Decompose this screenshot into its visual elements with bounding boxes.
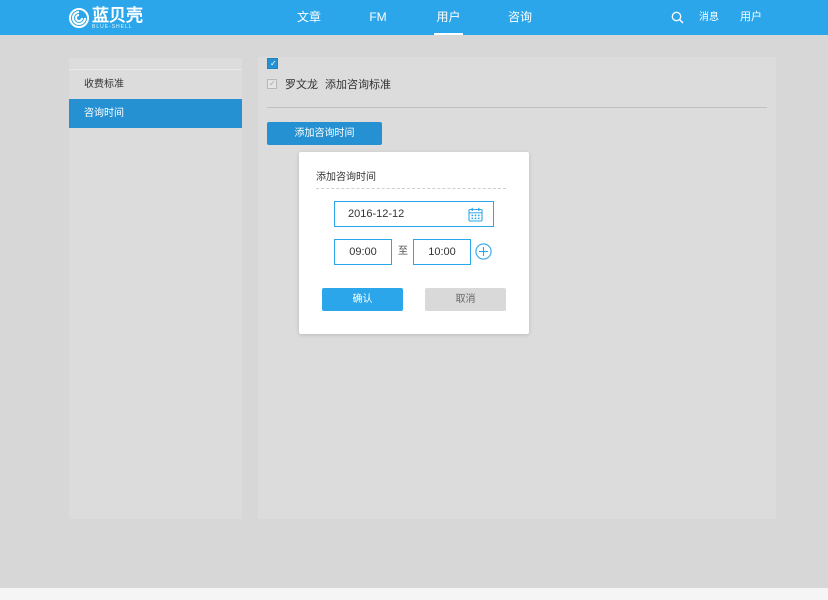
nav-item-label: 文章	[297, 10, 322, 24]
logo-subtext: BLUE-SHELL	[92, 23, 133, 30]
add-circle-icon[interactable]	[475, 243, 492, 260]
add-consult-standard-link[interactable]: 添加咨询标准	[325, 76, 391, 92]
sidebar: 收费标准 咨询时间	[69, 58, 242, 519]
nav-item-users[interactable]: 用户	[434, 0, 463, 35]
confirm-button[interactable]: 确认	[322, 288, 403, 311]
end-time-input[interactable]: 10:00	[413, 239, 471, 265]
search-icon[interactable]	[671, 11, 684, 24]
date-input[interactable]: 2016-12-12	[334, 201, 494, 227]
nav-item-consult[interactable]: 咨询	[508, 0, 532, 35]
select-all-checkbox[interactable]: ✓	[267, 58, 278, 69]
logo-text: 蓝贝壳	[92, 5, 143, 25]
footer-band	[0, 588, 828, 600]
check-icon: ✓	[270, 59, 277, 68]
sidebar-item-label: 收费标准	[84, 79, 124, 90]
dialog-title: 添加咨询时间	[316, 172, 376, 183]
nav-item-label: 用户	[436, 10, 461, 24]
to-label: 至	[398, 246, 408, 257]
sidebar-item-fee-standard[interactable]: 收费标准	[69, 69, 242, 98]
cancel-button[interactable]: 取消	[425, 288, 506, 311]
user-name: 罗文龙	[285, 79, 318, 91]
logo[interactable]: 蓝贝壳 BLUE-SHELL	[69, 6, 143, 30]
user-menu-link[interactable]: 用户	[740, 0, 762, 35]
add-consult-time-dialog: 添加咨询时间 2016-12-12 09:00 至 10:00 确认 取消	[299, 152, 529, 334]
shell-logo-icon	[69, 8, 89, 28]
dialog-divider	[316, 188, 506, 189]
check-icon: ✓	[269, 79, 276, 88]
messages-link[interactable]: 消息	[699, 0, 719, 35]
nav-item-fm[interactable]: FM	[368, 0, 388, 35]
date-value: 2016-12-12	[348, 208, 405, 220]
sidebar-item-consult-time[interactable]: 咨询时间	[69, 99, 242, 128]
nav-item-label: FM	[369, 10, 387, 24]
start-time-input[interactable]: 09:00	[334, 239, 392, 265]
divider	[267, 107, 767, 108]
nav-item-articles[interactable]: 文章	[297, 0, 321, 35]
sidebar-item-label: 咨询时间	[84, 108, 124, 119]
add-consult-time-button[interactable]: 添加咨询时间	[267, 122, 382, 145]
calendar-icon[interactable]	[468, 207, 483, 222]
top-navbar: 蓝贝壳 BLUE-SHELL 文章 FM 用户 咨询 消息 用户	[0, 0, 828, 35]
nav-item-label: 咨询	[508, 10, 533, 24]
row-checkbox[interactable]: ✓	[267, 79, 277, 89]
